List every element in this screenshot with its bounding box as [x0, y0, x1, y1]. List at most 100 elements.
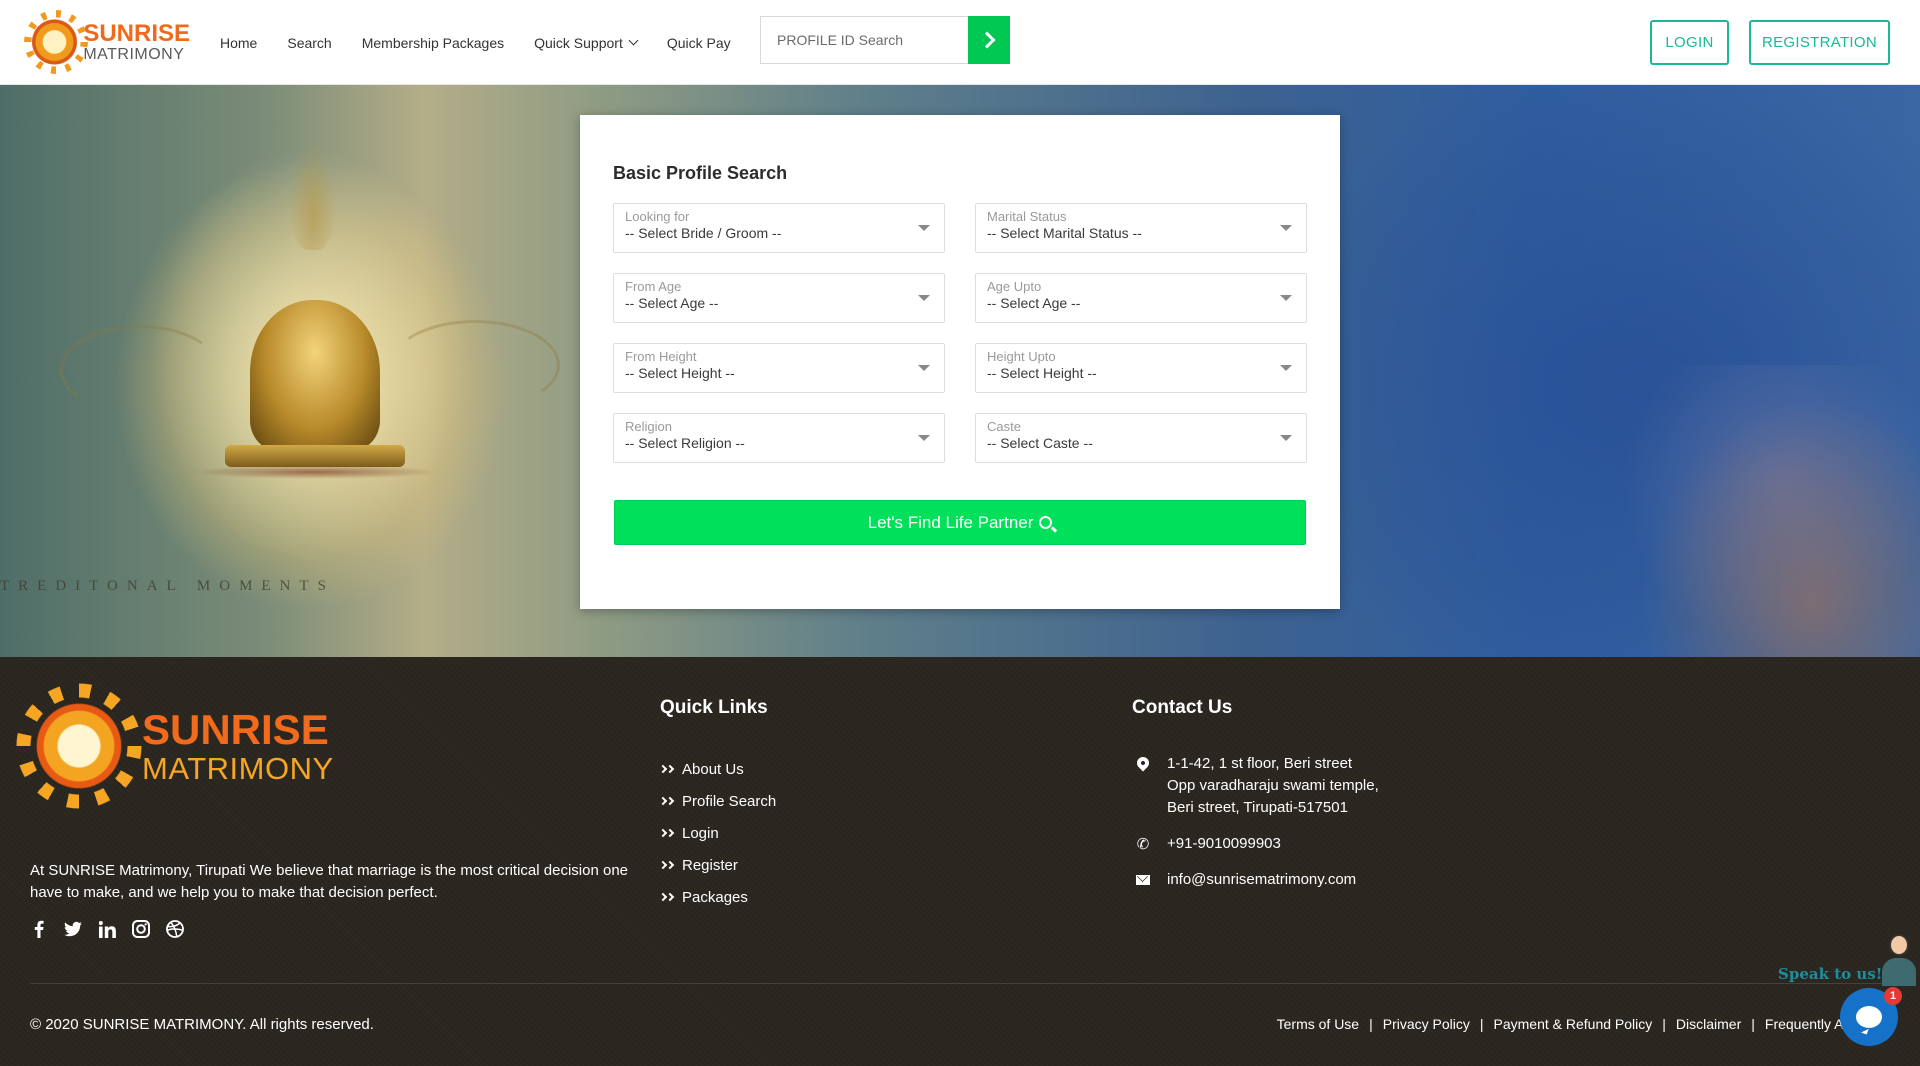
address-line2: Opp varadharaju swami temple,	[1167, 777, 1379, 794]
linkedin-icon[interactable]	[98, 920, 116, 938]
search-icon	[1039, 516, 1053, 529]
marital-status-select[interactable]: Marital Status -- Select Marital Status …	[975, 203, 1307, 253]
facebook-icon[interactable]	[30, 920, 48, 938]
from-age-select[interactable]: From Age -- Select Age --	[613, 273, 945, 323]
caret-down-icon	[1280, 295, 1292, 301]
chat-icon	[1856, 1006, 1882, 1028]
caret-down-icon	[918, 365, 930, 371]
quick-link-label: Profile Search	[682, 792, 777, 810]
field-label: From Age	[625, 279, 682, 294]
field-value: -- Select Age --	[625, 295, 719, 311]
field-value: -- Select Height --	[987, 365, 1097, 381]
religion-select[interactable]: Religion -- Select Religion --	[613, 413, 945, 463]
profile-id-search	[760, 16, 1010, 64]
dribbble-icon[interactable]	[166, 920, 184, 938]
quick-link-packages[interactable]: Packages	[658, 881, 776, 913]
caret-down-icon	[1280, 225, 1292, 231]
site-logo[interactable]: SUNRISE MATRIMONY	[30, 8, 190, 76]
footer-logo-line1: SUNRISE	[142, 705, 329, 753]
decorative-swirl	[390, 320, 560, 410]
footer-logo-text: SUNRISE MATRIMONY	[142, 705, 334, 786]
nav-membership-packages[interactable]: Membership Packages	[362, 35, 504, 51]
double-chevron-right-icon	[658, 828, 675, 838]
caret-down-icon	[1280, 435, 1292, 441]
profile-id-input[interactable]	[760, 16, 968, 64]
registration-button[interactable]: REGISTRATION	[1749, 20, 1890, 65]
sun-logo-icon	[30, 16, 80, 68]
sun-logo-icon	[30, 697, 128, 795]
logo-text: SUNRISE MATRIMONY	[83, 21, 190, 63]
from-height-select[interactable]: From Height -- Select Height --	[613, 343, 945, 393]
email-link[interactable]: info@sunrisematrimony.com	[1167, 869, 1356, 891]
phone-icon: ✆	[1136, 836, 1150, 853]
quick-link-register[interactable]: Register	[658, 849, 776, 881]
double-chevron-right-icon	[658, 860, 675, 870]
address-line3: Beri street, Tirupati-517501	[1167, 799, 1348, 816]
payment-refund-policy-link[interactable]: Payment & Refund Policy	[1494, 1016, 1653, 1032]
field-value: -- Select Marital Status --	[987, 225, 1142, 241]
field-value: -- Select Bride / Groom --	[625, 225, 782, 241]
nav-quick-pay[interactable]: Quick Pay	[667, 35, 731, 51]
caret-down-icon	[918, 435, 930, 441]
find-button-label: Let's Find Life Partner	[867, 512, 1034, 532]
field-value: -- Select Religion --	[625, 435, 745, 451]
nav-home[interactable]: Home	[220, 35, 257, 51]
terms-of-use-link[interactable]: Terms of Use	[1277, 1016, 1359, 1032]
chevron-right-icon	[978, 31, 996, 49]
contact-details: 1-1-42, 1 st floor, Beri street Opp vara…	[1132, 753, 1512, 905]
quick-link-login[interactable]: Login	[658, 817, 776, 849]
notification-badge: 1	[1884, 987, 1902, 1005]
social-links	[30, 920, 200, 938]
quick-links-list: About Us Profile Search Login Register P…	[658, 753, 777, 913]
separator: |	[1479, 1016, 1484, 1032]
nav-quick-support-label: Quick Support	[534, 34, 623, 51]
idol-shadow	[190, 465, 440, 479]
contact-email: info@sunrisematrimony.com	[1132, 869, 1512, 891]
field-label: Marital Status	[987, 209, 1067, 224]
contact-address: 1-1-42, 1 st floor, Beri street Opp vara…	[1132, 753, 1512, 819]
phone-number-link[interactable]: +91-9010099903	[1167, 833, 1281, 855]
profile-id-search-button[interactable]	[968, 16, 1010, 64]
privacy-policy-link[interactable]: Privacy Policy	[1383, 1016, 1470, 1032]
caret-down-icon	[918, 295, 930, 301]
quick-link-about-us[interactable]: About Us	[658, 753, 776, 785]
contact-phone: ✆ +91-9010099903	[1132, 833, 1512, 855]
footer-divider	[30, 983, 1890, 984]
map-marker-icon	[1134, 754, 1152, 772]
speak-to-us-label[interactable]: Speak to us!	[1778, 965, 1882, 983]
quick-links-heading: Quick Links	[660, 697, 768, 718]
height-upto-select[interactable]: Height Upto -- Select Height --	[975, 343, 1307, 393]
looking-for-select[interactable]: Looking for -- Select Bride / Groom --	[613, 203, 945, 253]
decorative-motif	[290, 140, 336, 250]
hero-caption: TREDITONAL MOMENTS	[0, 578, 335, 594]
nav-quick-support[interactable]: Quick Support	[534, 34, 639, 51]
decorative-swirl	[60, 325, 220, 415]
field-value: -- Select Height --	[625, 365, 735, 381]
field-label: Age Upto	[987, 279, 1042, 294]
quick-link-label: Register	[682, 856, 738, 874]
age-upto-select[interactable]: Age Upto -- Select Age --	[975, 273, 1307, 323]
caret-down-icon	[1280, 365, 1292, 371]
quick-link-label: About Us	[682, 760, 744, 778]
separator: |	[1662, 1016, 1666, 1032]
contact-us-heading: Contact Us	[1132, 697, 1233, 718]
twitter-icon[interactable]	[64, 920, 82, 938]
field-label: Height Upto	[987, 349, 1056, 364]
disclaimer-link[interactable]: Disclaimer	[1676, 1016, 1741, 1032]
find-life-partner-button[interactable]: Let's Find Life Partner	[614, 500, 1306, 545]
caste-select[interactable]: Caste -- Select Caste --	[975, 413, 1307, 463]
field-label: Caste	[987, 419, 1021, 434]
login-button[interactable]: LOGIN	[1650, 20, 1729, 65]
hero-decoration	[1610, 365, 1920, 657]
field-value: -- Select Caste --	[987, 435, 1093, 451]
support-agent-icon[interactable]	[1878, 934, 1920, 986]
double-chevron-right-icon	[658, 796, 675, 806]
footer-about-text: At SUNRISE Matrimony, Tirupati We believ…	[30, 862, 629, 901]
footer-logo-line2: MATRIMONY	[142, 750, 334, 786]
double-chevron-right-icon	[658, 764, 675, 774]
instagram-icon[interactable]	[132, 920, 150, 938]
nav-search[interactable]: Search	[287, 35, 331, 51]
logo-line2: MATRIMONY	[83, 45, 185, 63]
site-header: SUNRISE MATRIMONY Home Search Membership…	[0, 0, 1920, 85]
quick-link-profile-search[interactable]: Profile Search	[658, 785, 777, 817]
